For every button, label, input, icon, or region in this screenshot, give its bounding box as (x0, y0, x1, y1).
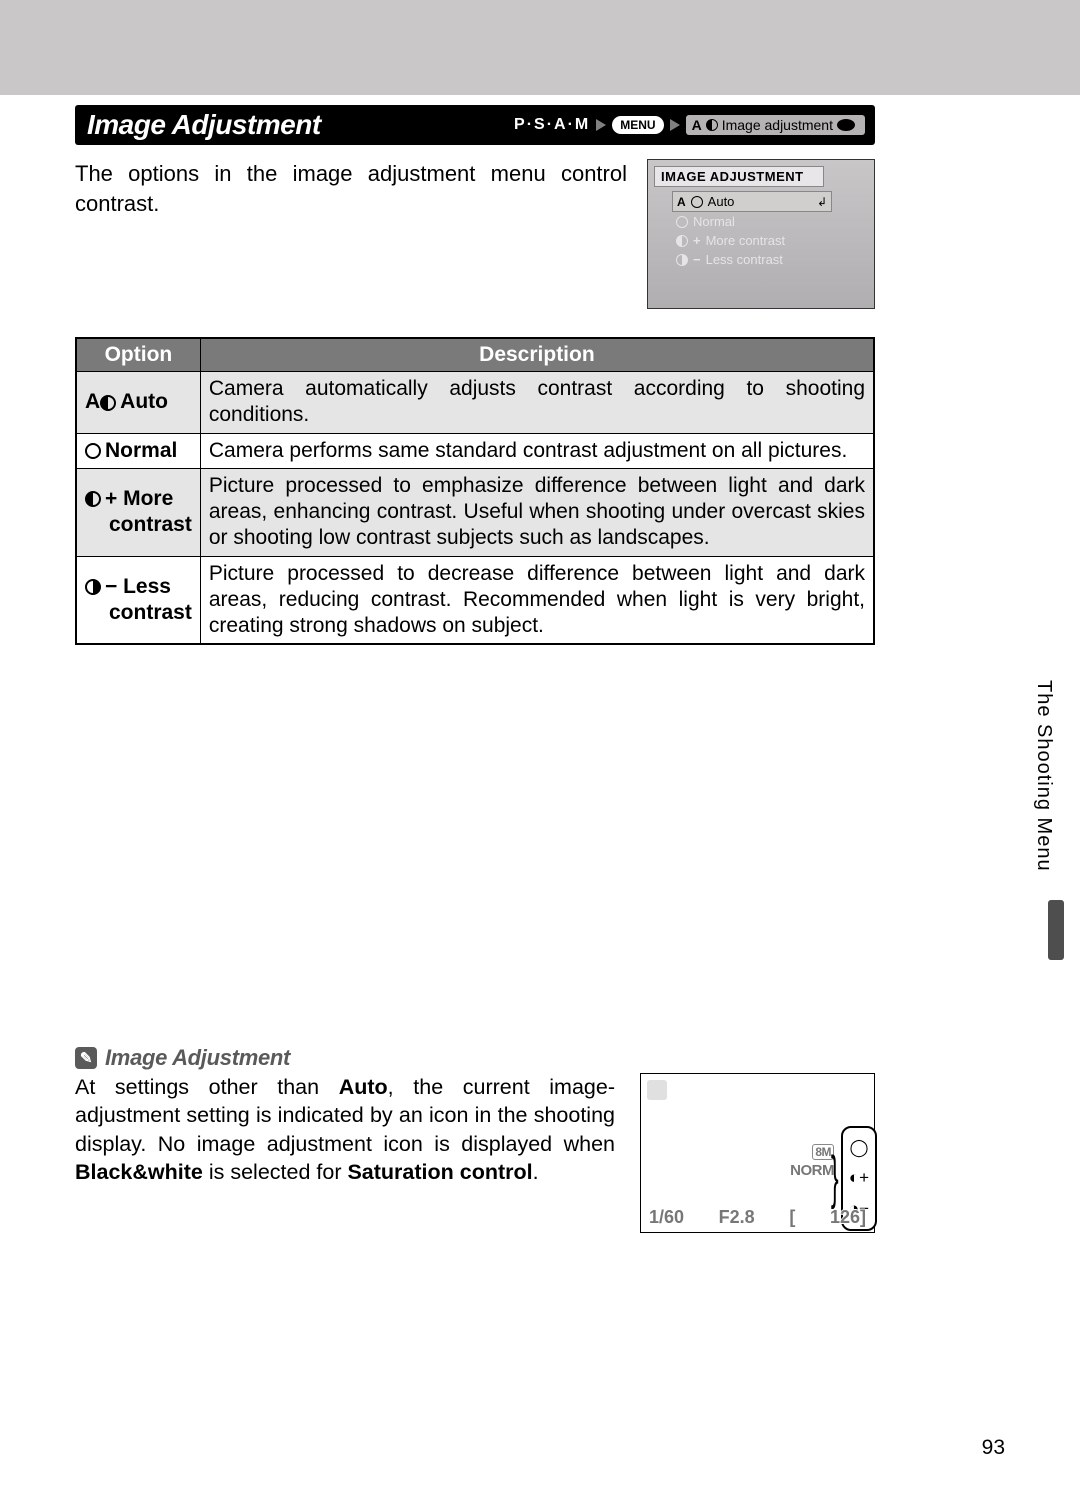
camera-menu-item: Normal (672, 212, 832, 231)
contrast-plus-icon (676, 235, 688, 247)
table-row: Normal Camera performs same standard con… (76, 433, 874, 468)
lcd-shutter: 1/60 (649, 1207, 684, 1228)
callout-icon: ◯ (849, 1138, 868, 1158)
lcd-quality: NORM (790, 1162, 834, 1179)
contrast-icon (691, 196, 703, 208)
table-row: + More contrast Picture processed to emp… (76, 468, 874, 556)
page-number: 93 (982, 1436, 1005, 1460)
note-body: At settings other than Auto, the current… (75, 1073, 615, 1187)
camera-menu-item: − Less contrast (672, 250, 832, 269)
section-title-bar: Image Adjustment P·S·A·M MENU A Image ad… (75, 105, 875, 145)
lcd-bottom-row: 1/60 F2.8 [ 126] (649, 1207, 866, 1228)
tip-icon: ✎ (75, 1047, 97, 1069)
breadcrumb-menu-pill: MENU (612, 116, 663, 134)
intro-text: The options in the image adjustment menu… (75, 159, 627, 218)
camera-screen-title: IMAGE ADJUSTMENT (654, 166, 824, 187)
side-tab-marker (1048, 900, 1064, 960)
menu-breadcrumb: P·S·A·M MENU A Image adjustment (514, 115, 865, 135)
circle-icon (676, 216, 688, 228)
breadcrumb-last: A Image adjustment (686, 115, 865, 135)
table-row: − Less contrast Picture processed to dec… (76, 556, 874, 644)
breadcrumb-arrow-icon (596, 119, 606, 131)
camera-screen-mockup: IMAGE ADJUSTMENT AAuto Normal + More con… (647, 159, 875, 309)
camera-menu-item: AAuto (672, 191, 832, 212)
options-table: Option Description AAuto Camera automati… (75, 337, 875, 645)
note-heading: ✎ Image Adjustment (75, 1045, 875, 1071)
breadcrumb-psam: P·S·A·M (514, 116, 590, 134)
circle-icon (85, 443, 101, 459)
th-option: Option (76, 338, 200, 372)
lcd-count: 126] (830, 1207, 866, 1228)
side-tab-label: The Shooting Menu (1032, 680, 1055, 872)
breadcrumb-arrow-icon (670, 119, 680, 131)
dial-icon (837, 119, 855, 131)
table-row: AAuto Camera automatically adjusts contr… (76, 372, 874, 434)
lcd-info-stack: 8M NORM (790, 1144, 834, 1179)
section-title: Image Adjustment (87, 109, 321, 141)
lcd-aperture: F2.8 (719, 1207, 755, 1228)
callout-icon: ◐+ (849, 1168, 869, 1188)
camera-menu-item: + More contrast (672, 231, 832, 250)
brace-icon: } (830, 1144, 838, 1211)
lcd-corner-icon (647, 1080, 667, 1100)
contrast-icon (706, 119, 718, 131)
lcd-mockup: 8M NORM } ◯ ◐+ ◑− 1/60 F2.8 [ 126] (640, 1073, 875, 1233)
contrast-icon (100, 395, 116, 411)
contrast-minus-icon (85, 579, 101, 595)
th-description: Description (200, 338, 874, 372)
contrast-minus-icon (676, 254, 688, 266)
contrast-plus-icon (85, 491, 101, 507)
